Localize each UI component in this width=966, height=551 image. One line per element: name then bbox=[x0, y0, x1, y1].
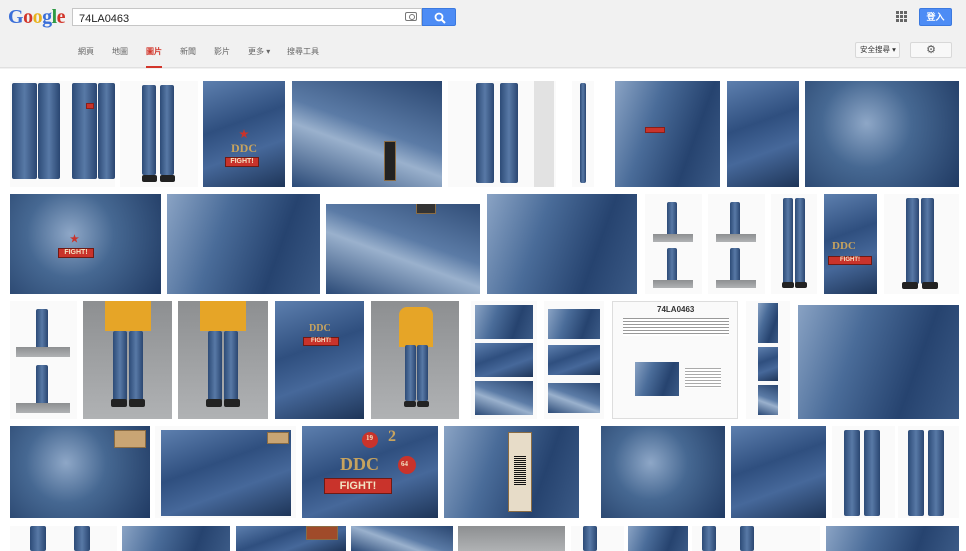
image-result[interactable] bbox=[487, 194, 637, 294]
image-result[interactable] bbox=[371, 301, 459, 419]
signin-button[interactable]: 登入 bbox=[919, 8, 952, 26]
image-result[interactable] bbox=[292, 81, 442, 187]
image-result[interactable] bbox=[615, 81, 720, 187]
image-result[interactable] bbox=[10, 526, 117, 551]
tab-search-tools[interactable]: 搜尋工具 bbox=[287, 46, 319, 68]
image-result[interactable] bbox=[571, 526, 624, 551]
image-result[interactable] bbox=[771, 194, 817, 294]
image-result[interactable]: DDC FIGHT! bbox=[203, 81, 285, 187]
image-result[interactable] bbox=[155, 426, 296, 518]
fight-patch: FIGHT! bbox=[225, 157, 259, 167]
image-result[interactable] bbox=[10, 81, 115, 187]
image-result[interactable]: ★ FIGHT! bbox=[10, 194, 161, 294]
image-result[interactable] bbox=[601, 426, 725, 518]
num-19: 19 bbox=[366, 434, 373, 442]
image-result[interactable] bbox=[708, 194, 765, 294]
image-result[interactable] bbox=[884, 194, 959, 294]
logo-letter: G bbox=[8, 6, 24, 28]
image-result[interactable] bbox=[326, 194, 480, 294]
ddc-text: DDC bbox=[832, 240, 856, 252]
image-result[interactable] bbox=[798, 301, 959, 419]
image-result[interactable]: 74LA0463 bbox=[612, 301, 738, 419]
image-result[interactable] bbox=[448, 81, 556, 187]
magnifier-icon bbox=[434, 12, 446, 24]
image-result[interactable] bbox=[898, 426, 959, 518]
image-result[interactable] bbox=[628, 526, 688, 551]
image-result[interactable] bbox=[727, 81, 799, 187]
image-result[interactable] bbox=[120, 81, 198, 187]
tab-maps[interactable]: 地圖 bbox=[112, 46, 128, 68]
logo-letter: g bbox=[42, 6, 52, 28]
apps-grid-icon[interactable] bbox=[896, 11, 907, 22]
tab-images[interactable]: 圖片 bbox=[146, 46, 162, 68]
tab-news[interactable]: 新聞 bbox=[180, 46, 196, 68]
image-result[interactable] bbox=[544, 301, 604, 419]
fight-patch: FIGHT! bbox=[324, 478, 392, 494]
image-result[interactable] bbox=[692, 526, 820, 551]
image-result[interactable] bbox=[444, 426, 579, 518]
image-result[interactable]: DDC FIGHT! bbox=[824, 194, 877, 294]
tab-more[interactable]: 更多 ▾ bbox=[248, 46, 270, 68]
ddc-text: DDC bbox=[231, 141, 257, 155]
fight-patch: FIGHT! bbox=[303, 337, 339, 346]
image-result[interactable]: DDC FIGHT! bbox=[275, 301, 364, 419]
image-result[interactable] bbox=[458, 526, 565, 551]
image-result[interactable] bbox=[167, 194, 320, 294]
fight-patch: FIGHT! bbox=[828, 256, 872, 265]
camera-icon[interactable] bbox=[405, 12, 417, 21]
image-result[interactable] bbox=[10, 426, 150, 518]
image-results-grid: DDC FIGHT! ★ FIGHT! DDC FIGHT! DDC FIGHT… bbox=[0, 69, 966, 551]
image-result[interactable] bbox=[351, 526, 453, 551]
image-result[interactable] bbox=[10, 301, 77, 419]
logo-letter: o bbox=[32, 6, 43, 28]
search-nav-bar: 網頁 地圖 圖片 新聞 影片 更多 ▾ 搜尋工具 bbox=[0, 34, 966, 68]
image-result[interactable] bbox=[805, 81, 959, 187]
image-result[interactable] bbox=[122, 526, 230, 551]
image-result[interactable] bbox=[471, 301, 537, 419]
image-result[interactable] bbox=[236, 526, 346, 551]
top-bar: Google 登入 bbox=[0, 0, 966, 34]
tab-videos[interactable]: 影片 bbox=[214, 46, 230, 68]
image-result[interactable] bbox=[832, 426, 895, 518]
logo-letter: e bbox=[56, 6, 66, 28]
ddc-text: DDC bbox=[309, 323, 331, 334]
image-result[interactable] bbox=[572, 81, 594, 187]
ddc-text: DDC bbox=[340, 454, 379, 474]
google-logo[interactable]: Google bbox=[8, 6, 66, 29]
image-result[interactable] bbox=[178, 301, 268, 419]
safe-search-dropdown[interactable]: 安全搜尋 ▾ bbox=[855, 42, 900, 58]
image-result[interactable] bbox=[826, 526, 959, 551]
search-button[interactable] bbox=[422, 8, 456, 26]
logo-letter: o bbox=[23, 6, 33, 28]
settings-gear-icon[interactable]: ⚙ bbox=[910, 42, 952, 58]
num-2: 2 bbox=[388, 428, 396, 445]
search-box bbox=[72, 8, 422, 27]
card-title: 74LA0463 bbox=[657, 305, 695, 314]
image-result[interactable] bbox=[731, 426, 826, 518]
fight-patch: FIGHT! bbox=[58, 248, 94, 258]
image-result[interactable] bbox=[83, 301, 172, 419]
search-input[interactable] bbox=[73, 11, 393, 27]
tab-web[interactable]: 網頁 bbox=[78, 46, 94, 68]
image-result[interactable] bbox=[645, 194, 702, 294]
image-result[interactable] bbox=[746, 301, 790, 419]
num-64: 64 bbox=[401, 460, 408, 468]
image-result[interactable]: 19 2 DDC 64 FIGHT! bbox=[302, 426, 438, 518]
